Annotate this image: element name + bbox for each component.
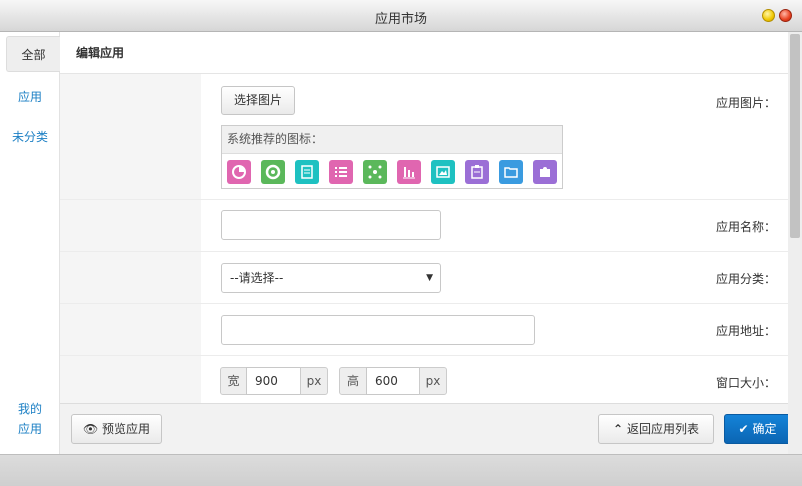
image-label: 应用图片： bbox=[715, 96, 776, 110]
clipboard-icon[interactable] bbox=[465, 160, 489, 184]
choose-image-button[interactable]: 选择图片 bbox=[221, 86, 295, 115]
app-name-input[interactable] bbox=[221, 210, 441, 240]
my-apps-label-line2: 应用 bbox=[17, 422, 42, 436]
scrollbar-thumb[interactable] bbox=[790, 34, 800, 238]
my-apps-label-line1: 我的 bbox=[17, 402, 42, 416]
eye-icon: 👁 bbox=[82, 422, 99, 436]
width-prefix: 宽 bbox=[220, 367, 247, 395]
window-width-input[interactable] bbox=[246, 367, 301, 395]
network-icon[interactable] bbox=[363, 160, 387, 184]
close-button[interactable] bbox=[779, 9, 792, 22]
form-row-url: 应用地址： bbox=[60, 304, 788, 356]
list-icon[interactable] bbox=[329, 160, 353, 184]
name-label: 应用名称： bbox=[715, 220, 776, 234]
sidebar: 全部 应用 未分类 我的 应用 bbox=[0, 32, 60, 454]
form-row-image: 应用图片： 选择图片 系统推荐的图标： bbox=[60, 74, 788, 200]
category-selected-value: --请选择-- bbox=[230, 271, 284, 285]
recommended-icons-panel: 系统推荐的图标： bbox=[221, 125, 563, 189]
sidebar-item-apps[interactable]: 应用 bbox=[0, 87, 60, 107]
folder-icon[interactable] bbox=[499, 160, 523, 184]
preview-app-label: 预览应用 bbox=[102, 422, 151, 436]
picture-icon[interactable] bbox=[431, 160, 455, 184]
vertical-scrollbar[interactable] bbox=[788, 32, 802, 454]
height-prefix: 高 bbox=[339, 367, 367, 395]
height-input-group: 高 px bbox=[339, 367, 449, 395]
panel-title: 编辑应用 bbox=[60, 32, 788, 74]
confirm-button[interactable]: ✔ 确定 bbox=[724, 414, 791, 444]
minimize-button[interactable] bbox=[762, 9, 775, 22]
check-icon: ✔ bbox=[738, 422, 749, 436]
window-titlebar: 应用市场 bbox=[0, 0, 802, 32]
window-height-input[interactable] bbox=[366, 367, 420, 395]
donut-chart-icon[interactable] bbox=[261, 160, 285, 184]
confirm-label: 确定 bbox=[752, 422, 777, 436]
bar-chart-icon[interactable] bbox=[397, 160, 421, 184]
window-title: 应用市场 bbox=[374, 12, 427, 27]
chevron-up-icon: ⌃ bbox=[613, 422, 624, 436]
form-row-category: 应用分类： --请选择-- ▼ bbox=[60, 252, 788, 304]
sidebar-tab-all[interactable]: 全部 bbox=[6, 36, 60, 72]
category-label: 应用分类： bbox=[715, 272, 776, 286]
back-to-list-label: 返回应用列表 bbox=[626, 422, 699, 436]
pie-chart-icon[interactable] bbox=[227, 160, 251, 184]
chevron-down-icon: ▼ bbox=[426, 273, 433, 283]
sidebar-item-uncategorized[interactable]: 未分类 bbox=[0, 127, 60, 147]
height-unit: px bbox=[419, 367, 447, 395]
puzzle-icon[interactable] bbox=[533, 160, 557, 184]
action-bar: 👁 预览应用 ⌃ 返回应用列表 ✔ 确定 bbox=[60, 403, 791, 454]
recommended-icons-title: 系统推荐的图标： bbox=[222, 126, 562, 154]
document-icon[interactable] bbox=[295, 160, 319, 184]
size-label: 窗口大小： bbox=[715, 376, 776, 390]
back-to-list-button[interactable]: ⌃ 返回应用列表 bbox=[598, 414, 714, 444]
preview-app-button[interactable]: 👁 预览应用 bbox=[71, 414, 162, 444]
edit-app-panel: 编辑应用 应用图片： 选择图片 系统推荐的图标： 应用名称： 应用分类： --请… bbox=[60, 32, 788, 454]
window-statusbar bbox=[0, 454, 802, 486]
category-select[interactable]: --请选择-- ▼ bbox=[221, 263, 441, 293]
form-row-name: 应用名称： bbox=[60, 200, 788, 252]
width-unit: px bbox=[300, 367, 328, 395]
app-url-input[interactable] bbox=[221, 315, 535, 345]
url-label: 应用地址： bbox=[715, 324, 776, 338]
